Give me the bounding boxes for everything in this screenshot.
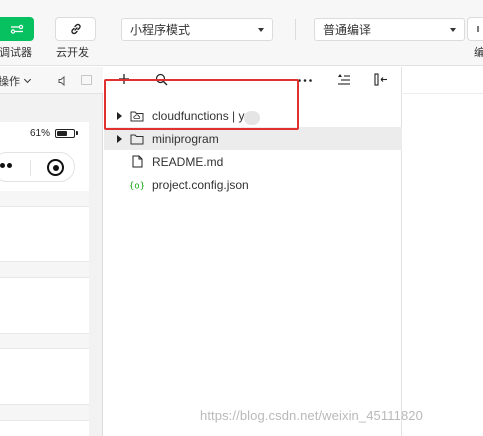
debugger-button[interactable]: [0, 17, 34, 41]
close-target-icon[interactable]: [47, 159, 64, 176]
annotation-highlight-box: [104, 79, 299, 130]
battery-percent: 61%: [30, 128, 51, 139]
toolbar-right-icon: [476, 26, 479, 32]
more-dots-icon[interactable]: [0, 163, 14, 168]
page-card: [0, 206, 89, 262]
json-file-icon: {o}: [130, 178, 144, 192]
tree-item-miniprogram[interactable]: miniprogram: [104, 127, 402, 150]
tree-item-label: README.md: [152, 154, 224, 169]
chevron-down-icon: [258, 27, 264, 32]
simulator-header: 操作: [0, 67, 103, 94]
chevron-down-icon: [450, 27, 456, 32]
debugger-label: 调试器: [0, 47, 32, 59]
tree-item-label: project.config.json: [152, 177, 249, 192]
editor-header: [403, 67, 483, 94]
compile-select[interactable]: 普通编译: [314, 18, 465, 41]
tree-item-label: miniprogram: [152, 131, 219, 146]
simulator-pane: 操作 61%: [0, 67, 103, 436]
speaker-icon[interactable]: [58, 76, 67, 86]
operations-menu[interactable]: 操作: [0, 73, 32, 89]
sort-icon[interactable]: [337, 73, 351, 85]
tree-item-readme[interactable]: README.md: [104, 150, 402, 173]
operations-label: 操作: [0, 76, 20, 88]
top-toolbar: 调试器 云开发 小程序模式 普通编译 编: [0, 0, 483, 66]
cursor-blob: [244, 111, 260, 125]
menu-capsule: [0, 152, 75, 182]
debugger-toggle-icon: [10, 24, 24, 34]
phone-nav-bar: [0, 146, 89, 191]
cloud-dev-label: 云开发: [56, 47, 89, 59]
watermark-text: https://blog.csdn.net/weixin_45111820: [200, 408, 423, 423]
page-card: [0, 348, 89, 405]
tree-item-project-config[interactable]: {o} project.config.json: [104, 173, 402, 196]
file-icon: [130, 155, 144, 169]
compile-select-value: 普通编译: [323, 23, 372, 37]
page-card: [0, 277, 89, 334]
more-icon[interactable]: [298, 79, 312, 82]
edit-button[interactable]: [467, 17, 483, 41]
editor-pane: [403, 67, 483, 436]
svg-text:{o}: {o}: [130, 181, 144, 191]
page-card: [0, 420, 89, 436]
edit-label: 编: [474, 47, 483, 59]
collapse-panel-icon[interactable]: [374, 73, 388, 86]
battery-level: [57, 131, 67, 136]
battery-tip: [76, 131, 78, 135]
toolbar-divider: [295, 19, 296, 40]
phone-screen: 61%: [0, 122, 89, 436]
expand-arrow-icon[interactable]: [117, 134, 122, 143]
mode-select-value: 小程序模式: [130, 23, 191, 37]
mode-select[interactable]: 小程序模式: [121, 18, 273, 41]
chevron-down-icon: [23, 75, 32, 84]
folder-icon: [130, 132, 144, 146]
phone-status-bar: 61%: [0, 122, 89, 146]
rotate-icon[interactable]: [81, 75, 92, 85]
battery-icon: [55, 129, 75, 138]
cloud-dev-button[interactable]: [55, 17, 96, 41]
capsule-divider: [30, 160, 31, 176]
link-icon: [70, 23, 81, 35]
